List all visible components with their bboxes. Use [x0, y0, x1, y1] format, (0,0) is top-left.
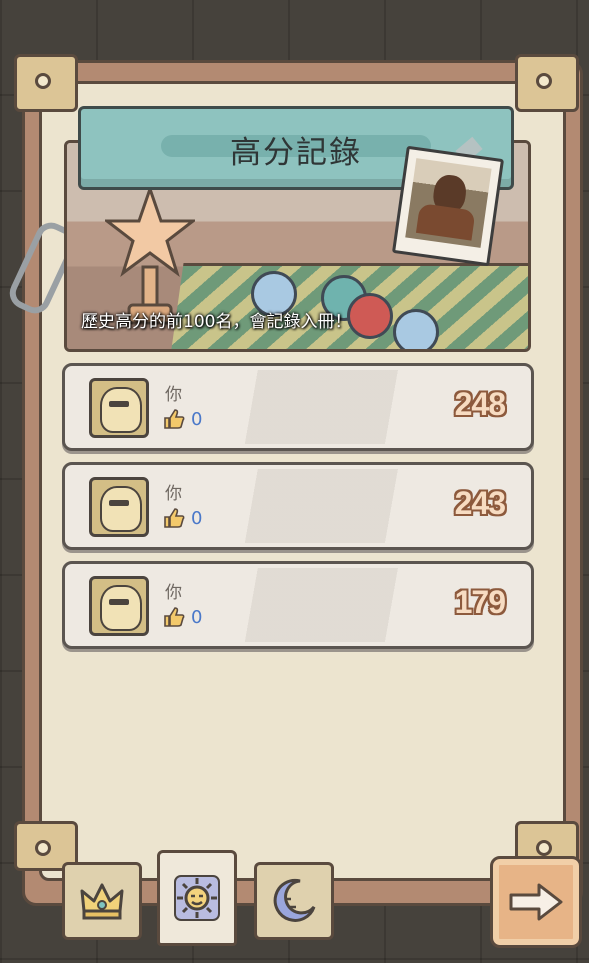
record-row[interactable]: 你 0 248: [62, 363, 534, 451]
crown-icon: [80, 883, 124, 920]
player-avatar: [89, 378, 149, 438]
record-row[interactable]: 你 0 243: [62, 462, 534, 550]
like-count: 0: [191, 507, 203, 529]
record-row[interactable]: 你 0 179: [62, 561, 534, 649]
player-name: 你: [165, 385, 182, 405]
thumbs-up-icon: [164, 508, 185, 528]
player-avatar: [89, 576, 149, 636]
moon-face-icon: [273, 878, 316, 922]
like-button[interactable]: 0: [163, 606, 202, 628]
like-button[interactable]: 0: [163, 507, 202, 529]
star-trophy-icon: [105, 187, 195, 325]
player-name: 你: [165, 484, 182, 504]
score-value: 243: [454, 485, 506, 521]
frame-corner: [14, 54, 78, 112]
tab-crown[interactable]: [62, 862, 142, 940]
score-value: 179: [454, 584, 506, 620]
like-count: 0: [191, 408, 203, 430]
tab-moon[interactable]: [254, 862, 334, 940]
red-ball: [347, 293, 393, 339]
like-count: 0: [191, 606, 203, 628]
player-avatar: [89, 477, 149, 537]
thumbs-up-icon: [164, 607, 185, 627]
player-photo: [391, 145, 505, 267]
next-button[interactable]: [490, 856, 582, 948]
player-name: 你: [165, 583, 182, 603]
tab-sun[interactable]: [157, 850, 237, 946]
arrow-right-icon: [509, 883, 563, 921]
thumbs-up-icon: [164, 409, 185, 429]
like-button[interactable]: 0: [163, 408, 202, 430]
frame-corner: [515, 54, 579, 112]
banner-subtitle: 歷史高分的前100名，會記錄入冊！: [81, 312, 352, 332]
score-value: 248: [454, 386, 506, 422]
sun-face-icon: [174, 875, 220, 921]
blue-ball: [393, 309, 439, 349]
